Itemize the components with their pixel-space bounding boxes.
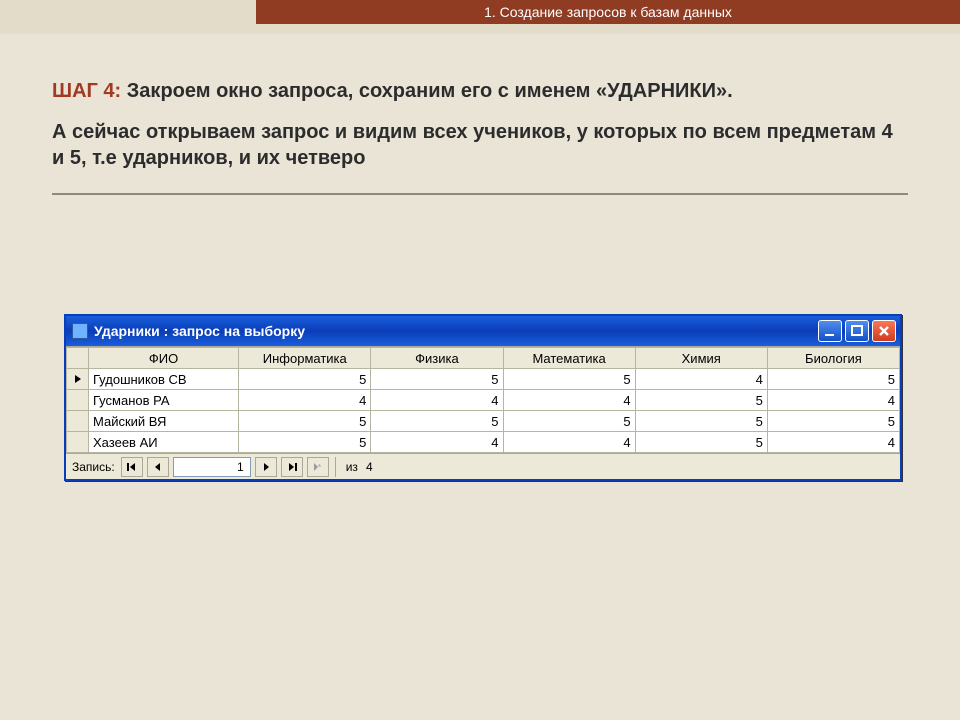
- record-navigator: Запись: * из 4: [66, 453, 900, 479]
- nav-total: 4: [366, 460, 373, 474]
- cell-value[interactable]: 5: [767, 411, 899, 432]
- window-icon: [72, 323, 88, 339]
- nav-label: Запись:: [72, 460, 115, 474]
- nav-last-button[interactable]: [281, 457, 303, 477]
- table-row[interactable]: Хазеев АИ 5 4 4 5 4: [67, 432, 900, 453]
- column-header[interactable]: Биология: [767, 348, 899, 369]
- cell-value[interactable]: 4: [503, 432, 635, 453]
- cell-value[interactable]: 5: [371, 369, 503, 390]
- cell-value[interactable]: 5: [503, 411, 635, 432]
- cell-value[interactable]: 5: [239, 432, 371, 453]
- column-header[interactable]: Химия: [635, 348, 767, 369]
- column-header[interactable]: Информатика: [239, 348, 371, 369]
- step-text: Закроем окно запроса, сохраним его с име…: [121, 80, 732, 102]
- cell-value[interactable]: 4: [503, 390, 635, 411]
- cell-value[interactable]: 4: [239, 390, 371, 411]
- cell-fio[interactable]: Гусманов РА: [89, 390, 239, 411]
- cell-value[interactable]: 4: [767, 432, 899, 453]
- column-header[interactable]: ФИО: [89, 348, 239, 369]
- cell-fio[interactable]: Майский ВЯ: [89, 411, 239, 432]
- cell-value[interactable]: 5: [239, 369, 371, 390]
- cell-value[interactable]: 5: [635, 432, 767, 453]
- nav-of-label: из: [346, 460, 358, 474]
- cell-value[interactable]: 4: [635, 369, 767, 390]
- row-selector[interactable]: [67, 369, 89, 390]
- first-icon: [127, 462, 137, 472]
- header-row: ФИО Информатика Физика Математика Химия …: [67, 348, 900, 369]
- window-title: Ударники : запрос на выборку: [94, 323, 818, 339]
- cell-value[interactable]: 4: [371, 390, 503, 411]
- cell-value[interactable]: 5: [635, 390, 767, 411]
- cell-value[interactable]: 4: [767, 390, 899, 411]
- column-header[interactable]: Физика: [371, 348, 503, 369]
- nav-first-button[interactable]: [121, 457, 143, 477]
- table-row[interactable]: Майский ВЯ 5 5 5 5 5: [67, 411, 900, 432]
- prev-icon: [153, 462, 163, 472]
- new-record-icon: *: [313, 462, 323, 472]
- close-icon: [877, 324, 891, 338]
- row-selector[interactable]: [67, 390, 89, 411]
- query-window: Ударники : запрос на выборку ФИО: [64, 314, 902, 481]
- window-titlebar: Ударники : запрос на выборку: [66, 316, 900, 346]
- close-button[interactable]: [872, 320, 896, 342]
- cell-value[interactable]: 5: [767, 369, 899, 390]
- table-row[interactable]: Гусманов РА 4 4 4 5 4: [67, 390, 900, 411]
- row-selector[interactable]: [67, 411, 89, 432]
- svg-text:*: *: [318, 463, 321, 472]
- data-grid: ФИО Информатика Физика Математика Химия …: [66, 346, 900, 453]
- nav-next-button[interactable]: [255, 457, 277, 477]
- column-header[interactable]: Математика: [503, 348, 635, 369]
- maximize-button[interactable]: [845, 320, 869, 342]
- last-icon: [287, 462, 297, 472]
- nav-prev-button[interactable]: [147, 457, 169, 477]
- maximize-icon: [850, 324, 864, 338]
- section-header-text: 1. Создание запросов к базам данных: [484, 4, 732, 20]
- section-header: 1. Создание запросов к базам данных: [256, 0, 960, 24]
- row-selector-header[interactable]: [67, 348, 89, 369]
- cell-fio[interactable]: Хазеев АИ: [89, 432, 239, 453]
- cell-value[interactable]: 5: [503, 369, 635, 390]
- next-icon: [261, 462, 271, 472]
- cell-value[interactable]: 5: [371, 411, 503, 432]
- body-text: А сейчас открываем запрос и видим всех у…: [52, 119, 908, 171]
- divider: [52, 193, 908, 195]
- minimize-icon: [823, 324, 837, 338]
- cell-fio[interactable]: Гудошников СВ: [89, 369, 239, 390]
- nav-separator: [335, 457, 336, 477]
- step-label: ШАГ 4:: [52, 80, 121, 102]
- cell-value[interactable]: 5: [239, 411, 371, 432]
- cell-value[interactable]: 4: [371, 432, 503, 453]
- nav-current-input[interactable]: [173, 457, 251, 477]
- current-row-icon: [73, 374, 83, 384]
- row-selector[interactable]: [67, 432, 89, 453]
- nav-new-button[interactable]: *: [307, 457, 329, 477]
- cell-value[interactable]: 5: [635, 411, 767, 432]
- table-row[interactable]: Гудошников СВ 5 5 5 4 5: [67, 369, 900, 390]
- minimize-button[interactable]: [818, 320, 842, 342]
